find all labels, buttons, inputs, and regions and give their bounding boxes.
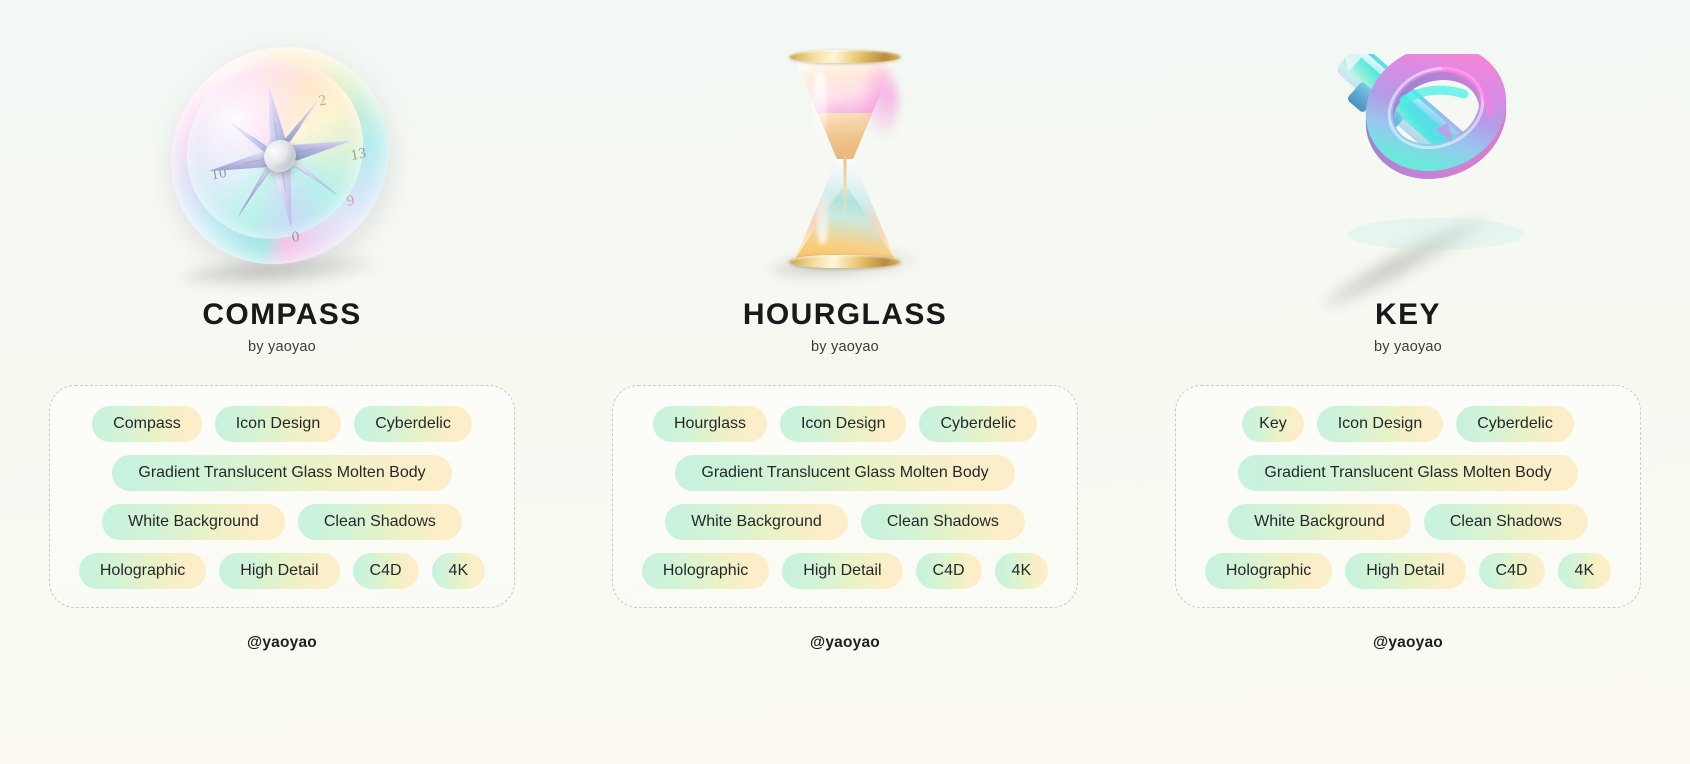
tag-pill[interactable]: Key xyxy=(1242,406,1304,442)
author-handle[interactable]: @yaoyao xyxy=(247,634,317,652)
tag-pill[interactable]: Compass xyxy=(92,406,202,442)
tag-pill[interactable]: Icon Design xyxy=(214,406,342,442)
tag-row: Holographic High Detail C4D 4K xyxy=(66,553,498,589)
tag-pill[interactable]: C4D xyxy=(352,553,419,589)
hourglass-sand-stream xyxy=(843,154,847,212)
author-handle[interactable]: @yaoyao xyxy=(810,634,880,652)
tag-pill[interactable]: High Detail xyxy=(782,553,903,589)
key-icon xyxy=(1286,44,1530,260)
artwork-stage xyxy=(1278,42,1538,318)
tag-panel: Compass Icon Design Cyberdelic Gradient … xyxy=(49,385,515,608)
tag-row: White Background Clean Shadows xyxy=(629,504,1061,540)
artwork-zone-compass: 10 13 0 9 2 xyxy=(22,0,542,300)
tag-pill[interactable]: Icon Design xyxy=(779,406,907,442)
hourglass-highlight xyxy=(817,188,828,244)
tag-pill[interactable]: Gradient Translucent Glass Molten Body xyxy=(112,455,452,491)
tag-row: Key Icon Design Cyberdelic xyxy=(1192,406,1624,442)
page-title: COMPASS xyxy=(202,298,362,331)
page-title: KEY xyxy=(1375,298,1441,331)
key-glyph xyxy=(1337,44,1524,250)
icon-card-hourglass: HOURGLASS by yaoyao Hourglass Icon Desig… xyxy=(585,0,1105,764)
tag-pill[interactable]: Holographic xyxy=(641,553,770,589)
hourglass-highlight xyxy=(813,72,827,146)
tag-row: Holographic High Detail C4D 4K xyxy=(1192,553,1624,589)
tag-pill[interactable]: Holographic xyxy=(78,553,207,589)
tag-row: Gradient Translucent Glass Molten Body xyxy=(629,455,1061,491)
tag-pill[interactable]: Hourglass xyxy=(652,406,767,442)
tag-pill[interactable]: 4K xyxy=(994,553,1049,589)
page-title: HOURGLASS xyxy=(742,298,948,331)
compass-icon: 10 13 0 9 2 xyxy=(155,26,405,285)
tag-panel: Key Icon Design Cyberdelic Gradient Tran… xyxy=(1175,385,1641,608)
hourglass-icon xyxy=(787,50,903,268)
tag-row: Holographic High Detail C4D 4K xyxy=(629,553,1061,589)
tag-pill[interactable]: Gradient Translucent Glass Molten Body xyxy=(675,455,1015,491)
tag-pill[interactable]: White Background xyxy=(102,504,285,540)
tag-row: White Background Clean Shadows xyxy=(66,504,498,540)
icon-card-compass: 10 13 0 9 2 COMPASS by yaoyao Compass Ic… xyxy=(22,0,542,764)
author-handle[interactable]: @yaoyao xyxy=(1373,634,1443,652)
tag-row: Gradient Translucent Glass Molten Body xyxy=(1192,455,1624,491)
tag-row: Compass Icon Design Cyberdelic xyxy=(66,406,498,442)
icon-showcase-board: 10 13 0 9 2 COMPASS by yaoyao Compass Ic… xyxy=(0,0,1690,764)
tag-pill[interactable]: High Detail xyxy=(219,553,340,589)
tag-pill[interactable]: Clean Shadows xyxy=(1423,504,1588,540)
hourglass-top-cap xyxy=(789,50,901,63)
byline: by yaoyao xyxy=(248,339,316,355)
tag-pill[interactable]: White Background xyxy=(665,504,848,540)
compass-number: 0 xyxy=(290,228,302,247)
tag-row: Hourglass Icon Design Cyberdelic xyxy=(629,406,1061,442)
tag-pill[interactable]: C4D xyxy=(915,553,982,589)
tag-row: Gradient Translucent Glass Molten Body xyxy=(66,455,498,491)
tag-pill[interactable]: Cyberdelic xyxy=(354,406,472,442)
tag-panel: Hourglass Icon Design Cyberdelic Gradien… xyxy=(612,385,1078,608)
tag-pill[interactable]: C4D xyxy=(1478,553,1545,589)
tag-row: White Background Clean Shadows xyxy=(1192,504,1624,540)
hourglass-iridescent-glow xyxy=(859,66,899,140)
icon-card-key: KEY by yaoyao Key Icon Design Cyberdelic… xyxy=(1148,0,1668,764)
tag-pill[interactable]: 4K xyxy=(1557,553,1612,589)
hourglass-bottom-cap xyxy=(789,255,901,268)
tag-pill[interactable]: Gradient Translucent Glass Molten Body xyxy=(1238,455,1578,491)
tag-pill[interactable]: Clean Shadows xyxy=(860,504,1025,540)
tag-pill[interactable]: Holographic xyxy=(1204,553,1333,589)
artwork-zone-hourglass xyxy=(585,0,1105,300)
tag-pill[interactable]: White Background xyxy=(1228,504,1411,540)
tag-pill[interactable]: Cyberdelic xyxy=(1456,406,1574,442)
artwork-stage: 10 13 0 9 2 xyxy=(152,26,412,292)
byline: by yaoyao xyxy=(811,339,879,355)
tag-pill[interactable]: 4K xyxy=(431,553,486,589)
byline: by yaoyao xyxy=(1374,339,1442,355)
tag-pill[interactable]: Clean Shadows xyxy=(297,504,462,540)
artwork-stage xyxy=(715,42,975,292)
tag-pill[interactable]: Cyberdelic xyxy=(919,406,1038,442)
tag-pill[interactable]: High Detail xyxy=(1345,553,1466,589)
artwork-zone-key xyxy=(1148,0,1668,318)
tag-pill[interactable]: Icon Design xyxy=(1316,406,1444,442)
